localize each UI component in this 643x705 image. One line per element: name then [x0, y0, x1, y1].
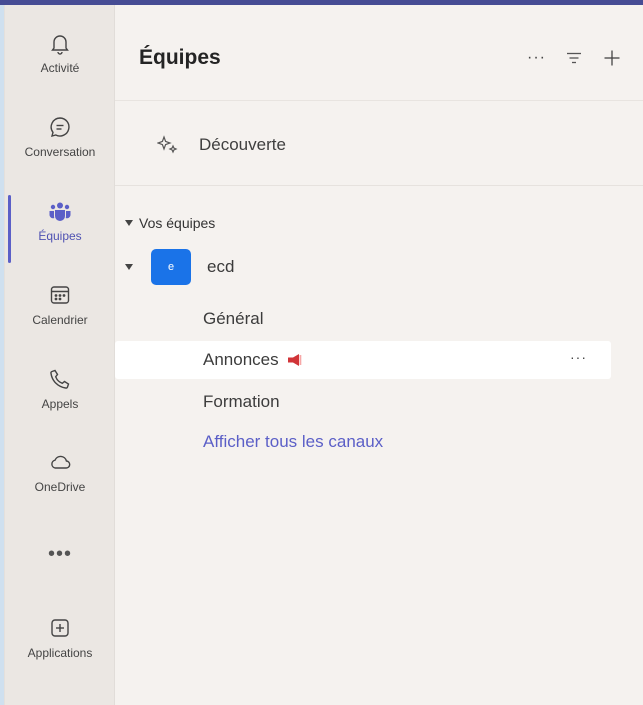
filter-icon [567, 52, 581, 64]
plus-icon [604, 50, 620, 66]
calendar-icon [50, 286, 70, 304]
header-divider [115, 100, 643, 101]
channel-name: Annonces [203, 350, 279, 369]
rail-item-label: Activité [40, 61, 80, 75]
rail-item-label: Équipes [38, 229, 82, 243]
phone-icon [50, 369, 70, 389]
app-frame: Activité Conversation Équipes Calendrier… [4, 5, 643, 705]
channel-name: Formation [203, 392, 280, 411]
more-icon: ··· [527, 49, 546, 66]
team-name: ecd [207, 257, 235, 276]
rail-item-calendar[interactable]: Calendrier [5, 275, 115, 351]
rail-item-teams[interactable]: Équipes [5, 191, 115, 267]
more-options-button[interactable]: ··· [527, 49, 546, 67]
discover-label: Découverte [199, 135, 286, 154]
rail-item-label: Conversation [24, 145, 96, 159]
teams-icon [49, 202, 71, 221]
rail-item-calls[interactable]: Appels [5, 359, 115, 435]
bell-icon [51, 35, 69, 55]
channel-name: Général [203, 309, 264, 328]
more-icon: ••• [47, 542, 72, 565]
channel-item-general[interactable]: Général [115, 300, 611, 338]
add-app-icon [51, 619, 69, 637]
megaphone-icon [287, 354, 301, 366]
app-rail: Activité Conversation Équipes Calendrier… [5, 5, 115, 705]
rail-item-label: Calendrier [32, 313, 88, 327]
chevron-down-icon [125, 264, 133, 270]
rail-item-activity[interactable]: Activité [5, 23, 115, 99]
rail-item-label: OneDrive [34, 480, 86, 494]
rail-item-label: Appels [41, 397, 79, 411]
discover-item[interactable]: Découverte [157, 127, 286, 163]
section-divider [115, 185, 643, 186]
chat-icon [50, 117, 70, 137]
show-all-channels-link[interactable]: Afficher tous les canaux [203, 432, 383, 452]
filter-button[interactable] [564, 48, 584, 68]
section-label: Vos équipes [139, 215, 216, 231]
channel-more-button[interactable]: ··· [570, 349, 587, 365]
page-title: Équipes [139, 46, 221, 69]
rail-item-conversation[interactable]: Conversation [5, 107, 115, 183]
sparkle-icon [157, 135, 178, 154]
rail-item-label: Applications [27, 646, 93, 660]
teams-pane: Équipes ··· Découverte Vos équipes e ecd… [115, 5, 643, 705]
team-avatar: e [151, 249, 191, 285]
team-item-ecd[interactable]: e ecd [125, 249, 234, 285]
chevron-down-icon [125, 220, 133, 226]
more-apps-button[interactable]: ••• [5, 539, 115, 569]
channel-item-formation[interactable]: Formation [115, 383, 611, 421]
channel-item-annonces[interactable]: Annonces ··· [115, 341, 611, 379]
create-team-button[interactable] [602, 48, 622, 68]
your-teams-header[interactable]: Vos équipes [125, 215, 215, 231]
header-actions: ··· [527, 43, 622, 73]
cloud-icon [51, 455, 71, 469]
rail-item-applications[interactable]: Applications [5, 608, 115, 684]
rail-item-onedrive[interactable]: OneDrive [5, 442, 115, 518]
